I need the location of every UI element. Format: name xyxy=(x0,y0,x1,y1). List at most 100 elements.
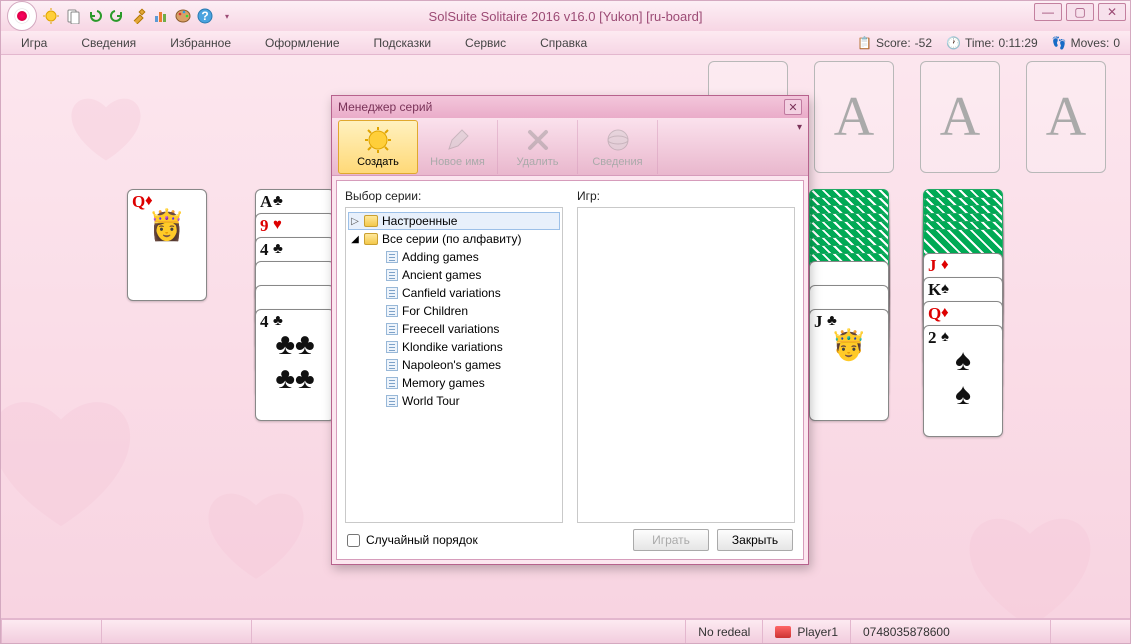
tree-leaf[interactable]: Canfield variations xyxy=(348,284,560,302)
list-icon xyxy=(386,377,398,389)
tree-node-all[interactable]: ◢ Все серии (по алфавиту) xyxy=(348,230,560,248)
bg-heart-icon xyxy=(1,375,151,535)
delete-label: Удалить xyxy=(517,156,559,168)
maximize-button[interactable]: ▢ xyxy=(1066,3,1094,21)
tree-leaf[interactable]: Napoleon's games xyxy=(348,356,560,374)
score-icon: 📋 xyxy=(857,36,872,50)
list-icon xyxy=(386,251,398,263)
tree-leaf[interactable]: Freecell variations xyxy=(348,320,560,338)
random-order-checkbox[interactable]: Случайный порядок xyxy=(347,533,478,547)
tree-leaf[interactable]: Memory games xyxy=(348,374,560,392)
series-manager-dialog: Менеджер серий ✕ Создать Новое имя Удали… xyxy=(331,95,809,565)
top-status: 📋 Score: -52 🕐 Time: 0:11:29 👣 Moves: 0 xyxy=(857,36,1120,50)
minimize-button[interactable]: — xyxy=(1034,3,1062,21)
tree-leaf[interactable]: World Tour xyxy=(348,392,560,410)
list-icon xyxy=(386,395,398,407)
list-icon xyxy=(386,305,398,317)
globe-icon xyxy=(604,126,632,154)
stats-icon[interactable] xyxy=(153,8,169,24)
playing-card[interactable]: Q ♦ 👸 xyxy=(127,189,207,301)
foundation-slot[interactable]: A xyxy=(814,61,894,173)
app-orb-icon xyxy=(15,9,29,23)
tree-node-builtin[interactable]: ▷ Настроенные xyxy=(348,212,560,230)
random-checkbox-input[interactable] xyxy=(347,534,360,547)
close-button[interactable]: ✕ xyxy=(1098,3,1126,21)
moves-icon: 👣 xyxy=(1052,36,1067,50)
clock-icon: 🕐 xyxy=(946,36,961,50)
score-group: 📋 Score: -52 xyxy=(857,36,932,50)
player-status: Player1 xyxy=(762,620,850,643)
tree-leaf[interactable]: For Children xyxy=(348,302,560,320)
tree-leaf[interactable]: Ancient games xyxy=(348,266,560,284)
game-area: A A A A Q ♦ 👸 A♣ 9♥ 4♣ 4♣♣♣♣♣ J♣🤴 xyxy=(1,55,1130,619)
tools-icon[interactable] xyxy=(131,8,147,24)
games-column: Игр: xyxy=(577,189,795,523)
info-button: Сведения xyxy=(578,120,658,174)
delete-icon xyxy=(524,126,552,154)
tree-leaf[interactable]: Klondike variations xyxy=(348,338,560,356)
palette-icon[interactable] xyxy=(175,8,191,24)
games-list[interactable] xyxy=(577,207,795,523)
menu-service[interactable]: Сервис xyxy=(455,34,516,52)
expand-arrow-icon[interactable]: ▷ xyxy=(350,216,360,227)
create-button[interactable]: Создать xyxy=(338,120,418,174)
moves-group: 👣 Moves: 0 xyxy=(1052,36,1120,50)
menu-hints[interactable]: Подсказки xyxy=(364,34,442,52)
dialog-close-button[interactable]: ✕ xyxy=(784,99,802,115)
menu-favorites[interactable]: Избранное xyxy=(160,34,241,52)
delete-button: Удалить xyxy=(498,120,578,174)
undo-icon[interactable] xyxy=(87,8,103,24)
foundation-slot[interactable]: A xyxy=(920,61,1000,173)
tree-leaf[interactable]: Adding games xyxy=(348,248,560,266)
moves-value: 0 xyxy=(1113,36,1120,50)
create-label: Создать xyxy=(357,156,399,168)
list-icon xyxy=(386,287,398,299)
bg-heart-icon xyxy=(191,475,321,585)
foundation-placeholder: A xyxy=(1046,85,1086,149)
tree-label: Все серии (по алфавиту) xyxy=(382,232,522,246)
menu-game[interactable]: Игра xyxy=(11,34,57,52)
collapse-arrow-icon[interactable]: ◢ xyxy=(350,234,360,245)
titlebar: ? ▾ SolSuite Solitaire 2016 v16.0 [Yukon… xyxy=(1,1,1130,31)
info-label: Сведения xyxy=(592,156,642,168)
list-icon xyxy=(386,269,398,281)
close-dialog-button[interactable]: Закрыть xyxy=(717,529,793,551)
menu-help[interactable]: Справка xyxy=(530,34,597,52)
menu-info[interactable]: Сведения xyxy=(71,34,146,52)
folder-icon xyxy=(364,233,378,245)
foundation-placeholder: A xyxy=(940,85,980,149)
series-label: Выбор серии: xyxy=(345,189,563,203)
dialog-body: Выбор серии: ▷ Настроенные ◢ Все серии (… xyxy=(336,180,804,560)
redo-icon[interactable] xyxy=(109,8,125,24)
redeal-status: No redeal xyxy=(685,620,762,643)
card-face-art: 👸 xyxy=(128,208,206,300)
dialog-titlebar[interactable]: Менеджер серий ✕ xyxy=(332,96,808,118)
dialog-title: Менеджер серий xyxy=(338,100,432,114)
qat-dropdown-icon[interactable]: ▾ xyxy=(219,8,235,24)
dialog-toolbar: Создать Новое имя Удалить Сведения ▾ xyxy=(332,118,808,176)
tree-label: Настроенные xyxy=(382,214,457,228)
random-checkbox-label: Случайный порядок xyxy=(366,533,478,547)
playing-card[interactable]: 2♠♠♠ xyxy=(923,325,1003,437)
playing-card[interactable]: 4♣♣♣♣♣ xyxy=(255,309,335,421)
help-icon[interactable]: ? xyxy=(197,8,213,24)
main-window: ? ▾ SolSuite Solitaire 2016 v16.0 [Yukon… xyxy=(0,0,1131,644)
time-group: 🕐 Time: 0:11:29 xyxy=(946,36,1038,50)
foundation-slot[interactable]: A xyxy=(1026,61,1106,173)
cards-icon[interactable] xyxy=(65,8,81,24)
play-button: Играть xyxy=(633,529,709,551)
menubar: Игра Сведения Избранное Оформление Подск… xyxy=(1,31,1130,55)
quick-access-toolbar: ? ▾ xyxy=(43,8,235,24)
series-column: Выбор серии: ▷ Настроенные ◢ Все серии (… xyxy=(345,189,563,523)
menu-layout[interactable]: Оформление xyxy=(255,34,349,52)
sun-icon[interactable] xyxy=(43,8,59,24)
app-menu-orb[interactable] xyxy=(7,1,37,31)
window-controls: — ▢ ✕ xyxy=(1034,3,1126,21)
toolbar-chevron-icon[interactable]: ▾ xyxy=(797,122,802,133)
svg-text:?: ? xyxy=(201,9,208,23)
avatar-icon xyxy=(775,626,791,638)
list-icon xyxy=(386,323,398,335)
playing-card[interactable]: J♣🤴 xyxy=(809,309,889,421)
series-tree[interactable]: ▷ Настроенные ◢ Все серии (по алфавиту) … xyxy=(345,207,563,523)
foundation-placeholder: A xyxy=(834,85,874,149)
